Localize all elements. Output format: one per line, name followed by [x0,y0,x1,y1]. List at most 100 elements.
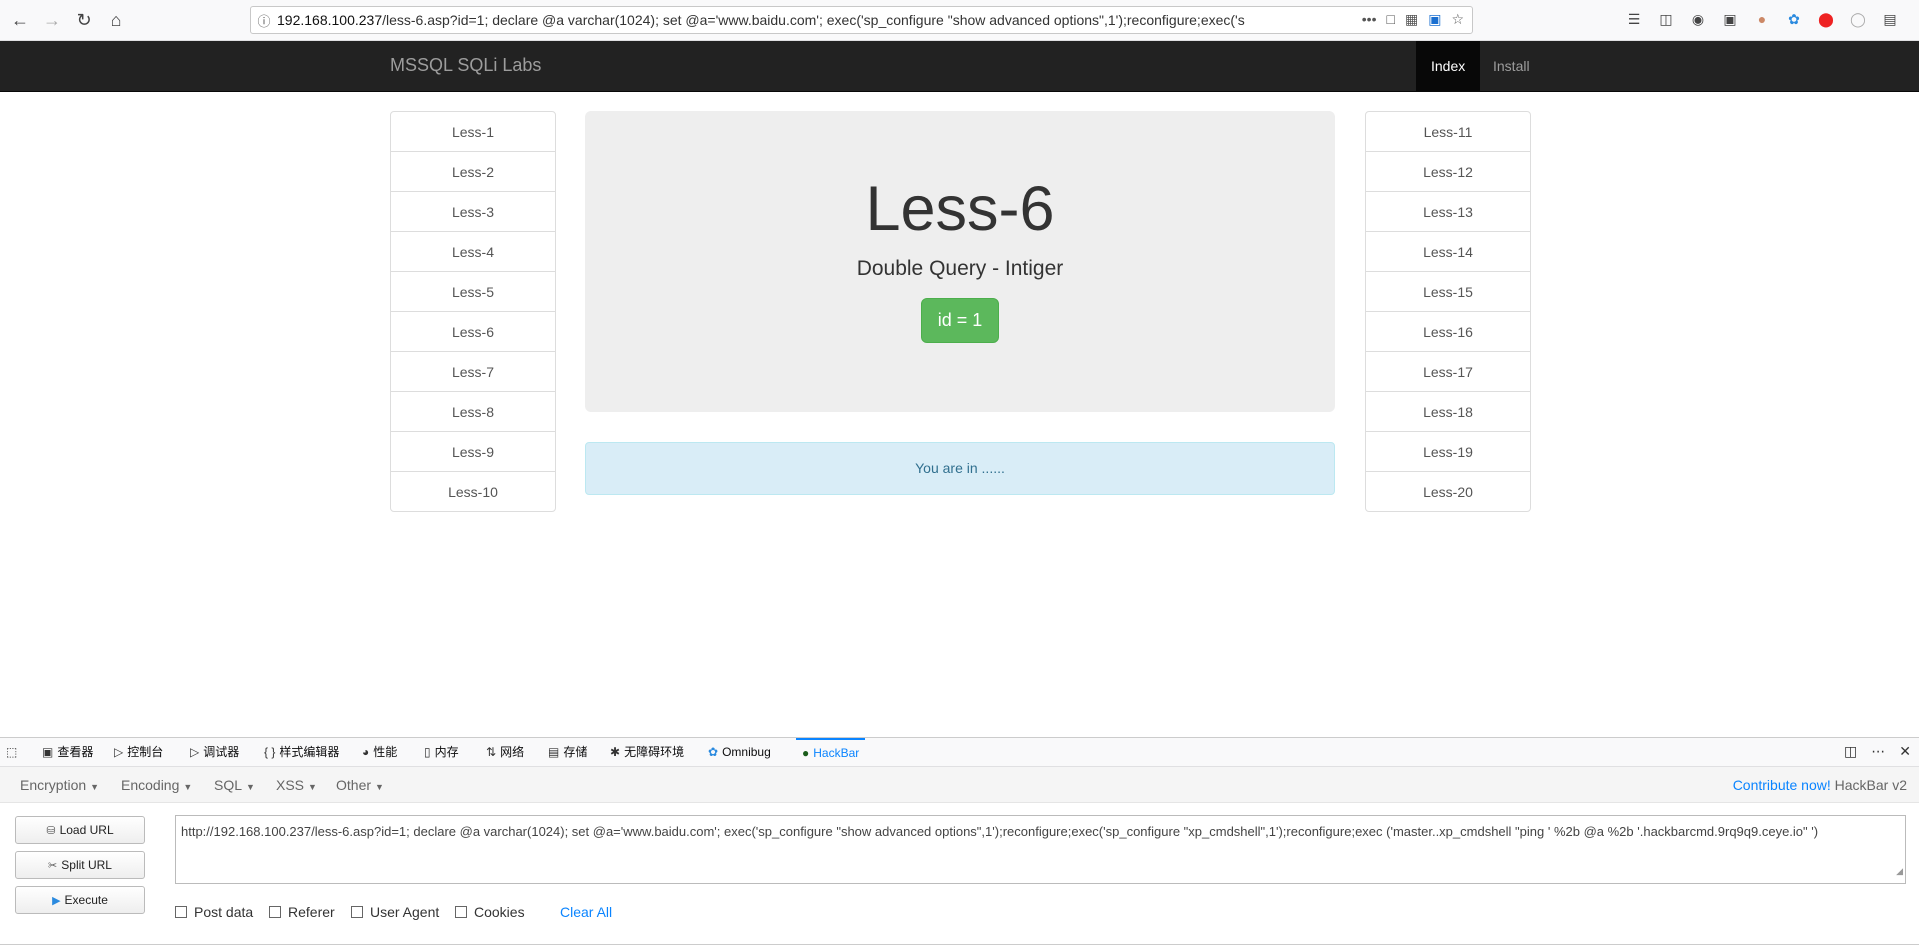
lesson-title: Less-6 [865,174,1055,244]
lesson-link[interactable]: Less-13 [1365,191,1531,232]
lesson-link[interactable]: Less-6 [390,311,556,352]
address-bar[interactable]: ⓘ 192.168.100.237/less-6.asp?id=1; decla… [250,6,1473,34]
caret-down-icon: ▼ [90,782,100,792]
hackbar-icon: ● [802,746,810,760]
circle-extension-icon[interactable]: ◯ [1849,10,1867,28]
caret-down-icon: ▼ [375,782,384,792]
nav-index-link[interactable]: Index [1416,41,1481,91]
lesson-link[interactable]: Less-2 [390,151,556,192]
lesson-link[interactable]: Less-14 [1365,231,1531,272]
lesson-link[interactable]: Less-19 [1365,431,1531,472]
lesson-subtitle: Double Query - Intiger [856,257,1064,280]
checkbox-box[interactable] [351,906,363,918]
menu-encryption[interactable]: Encryption ▼ [20,777,99,793]
load-url-button[interactable]: ⛁ Load URL [15,816,145,844]
lesson-link[interactable]: Less-15 [1365,271,1531,312]
referer-checkbox[interactable]: Referer [269,904,335,920]
page-actions-icon[interactable]: ••• [1362,11,1377,28]
cookies-checkbox[interactable]: Cookies [455,904,525,920]
address-path: /less-6.asp?id=1; declare @a varchar(102… [382,12,1245,28]
omnibug-icon: ✿ [708,745,719,759]
tab-network[interactable]: ⇅ 网络 [486,738,524,766]
lesson-link[interactable]: Less-7 [390,351,556,392]
lesson-link[interactable]: Less-3 [390,191,556,232]
tab-storage[interactable]: ▤ 存储 [548,738,587,766]
nav-install-link[interactable]: Install [1478,41,1545,91]
browser-toolbar: ← → ↻ ⌂ ⓘ 192.168.100.237/less-6.asp?id=… [0,0,1919,41]
caret-down-icon: ▼ [246,782,255,792]
sidebar-icon[interactable]: ◫ [1657,10,1675,28]
more-options-icon[interactable]: ⋯ [1871,743,1885,760]
id-button[interactable]: id = 1 [920,298,1000,343]
lesson-link[interactable]: Less-16 [1365,311,1531,352]
lesson-link[interactable]: Less-18 [1365,391,1531,432]
resize-grip-icon[interactable]: ◢ [1896,861,1903,881]
menu-xss[interactable]: XSS ▼ [276,777,317,793]
back-arrow-icon[interactable]: ← [6,6,34,34]
lesson-link[interactable]: Less-12 [1365,151,1531,192]
address-host: 192.168.100.237 [277,12,383,28]
close-icon[interactable]: ✕ [1899,743,1911,760]
post-data-checkbox[interactable]: Post data [175,904,253,920]
tab-inspector[interactable]: ▣ 查看器 [42,738,93,766]
hackbar-menu: Encryption ▼ Encoding ▼ SQL ▼ XSS ▼ Other ▼ C… [0,767,1919,803]
element-picker-icon[interactable]: ⬚ [6,738,17,766]
windows-icon[interactable]: ▣ [1428,11,1441,28]
checkbox-box[interactable] [455,906,467,918]
scissors-icon: ✂ [48,859,58,872]
console-icon: ▷ [114,745,124,759]
bookmark-star-icon[interactable]: ☆ [1451,11,1464,28]
network-icon: ⇅ [486,745,497,759]
lesson-link[interactable]: Less-9 [390,431,556,472]
brand-title[interactable]: MSSQL SQLi Labs [390,55,541,76]
dock-icon[interactable]: ◫ [1844,743,1857,760]
tab-style-editor[interactable]: { } 样式编辑器 [264,738,339,766]
screenshot-icon[interactable]: ▦ [1405,11,1418,28]
lesson-link[interactable]: Less-20 [1365,471,1531,512]
lesson-jumbotron: Less-6 Double Query - Intiger id = 1 [585,111,1335,412]
lesson-link[interactable]: Less-10 [390,471,556,512]
lesson-link[interactable]: Less-8 [390,391,556,432]
menu-sql[interactable]: SQL ▼ [214,777,255,793]
bug-extension-icon[interactable]: ✿ [1785,10,1803,28]
tab-accessibility[interactable]: ✱ 无障碍环境 [610,738,684,766]
tab-debugger[interactable]: ▷ 调试器 [190,738,239,766]
menu-other[interactable]: Other ▼ [336,777,384,793]
split-url-button[interactable]: ✂ Split URL [15,851,145,879]
lesson-link[interactable]: Less-17 [1365,351,1531,392]
site-navbar: MSSQL SQLi Labs Index Install [0,41,1919,92]
user-agent-checkbox[interactable]: User Agent [351,904,439,920]
contribute-link[interactable]: Contribute now! [1733,777,1831,793]
pocket-icon[interactable]: □ [1387,11,1395,28]
load-icon: ⛁ [46,824,56,837]
checkbox-box[interactable] [269,906,281,918]
result-alert: You are in ...... [585,442,1335,495]
inspector-icon: ▣ [42,745,54,759]
url-textarea[interactable]: http://192.168.100.237/less-6.asp?id=1; … [175,815,1906,884]
tab-hackbar[interactable]: ● HackBar [796,738,866,766]
home-icon[interactable]: ⌂ [102,6,130,34]
lesson-link[interactable]: Less-11 [1365,111,1531,152]
extension-icon[interactable]: ▣ [1721,10,1739,28]
lesson-link[interactable]: Less-5 [390,271,556,312]
account-icon[interactable]: ◉ [1689,10,1707,28]
library-icon[interactable]: ☰ [1625,10,1643,28]
checkbox-box[interactable] [175,906,187,918]
clear-all-link[interactable]: Clear All [560,904,612,920]
gauge-icon: ◕ [362,745,370,759]
menu-extension-icon[interactable]: ▤ [1881,10,1899,28]
info-icon[interactable]: ⓘ [251,11,277,30]
opera-extension-icon[interactable]: ⬤ [1817,10,1835,28]
execute-button[interactable]: ▶ Execute [15,886,145,914]
tab-omnibug[interactable]: ✿ Omnibug [708,738,771,766]
menu-encoding[interactable]: Encoding ▼ [121,777,192,793]
tab-memory[interactable]: ▯ 内存 [424,738,459,766]
monkey-extension-icon[interactable]: ● [1753,10,1771,28]
tab-console[interactable]: ▷ 控制台 [114,738,163,766]
tab-performance[interactable]: ◕ 性能 [362,738,397,766]
reload-icon[interactable]: ↻ [70,6,98,34]
address-url[interactable]: 192.168.100.237/less-6.asp?id=1; declare… [277,12,1472,28]
lesson-link[interactable]: Less-1 [390,111,556,152]
forward-arrow-icon[interactable]: → [38,6,66,34]
lesson-link[interactable]: Less-4 [390,231,556,272]
